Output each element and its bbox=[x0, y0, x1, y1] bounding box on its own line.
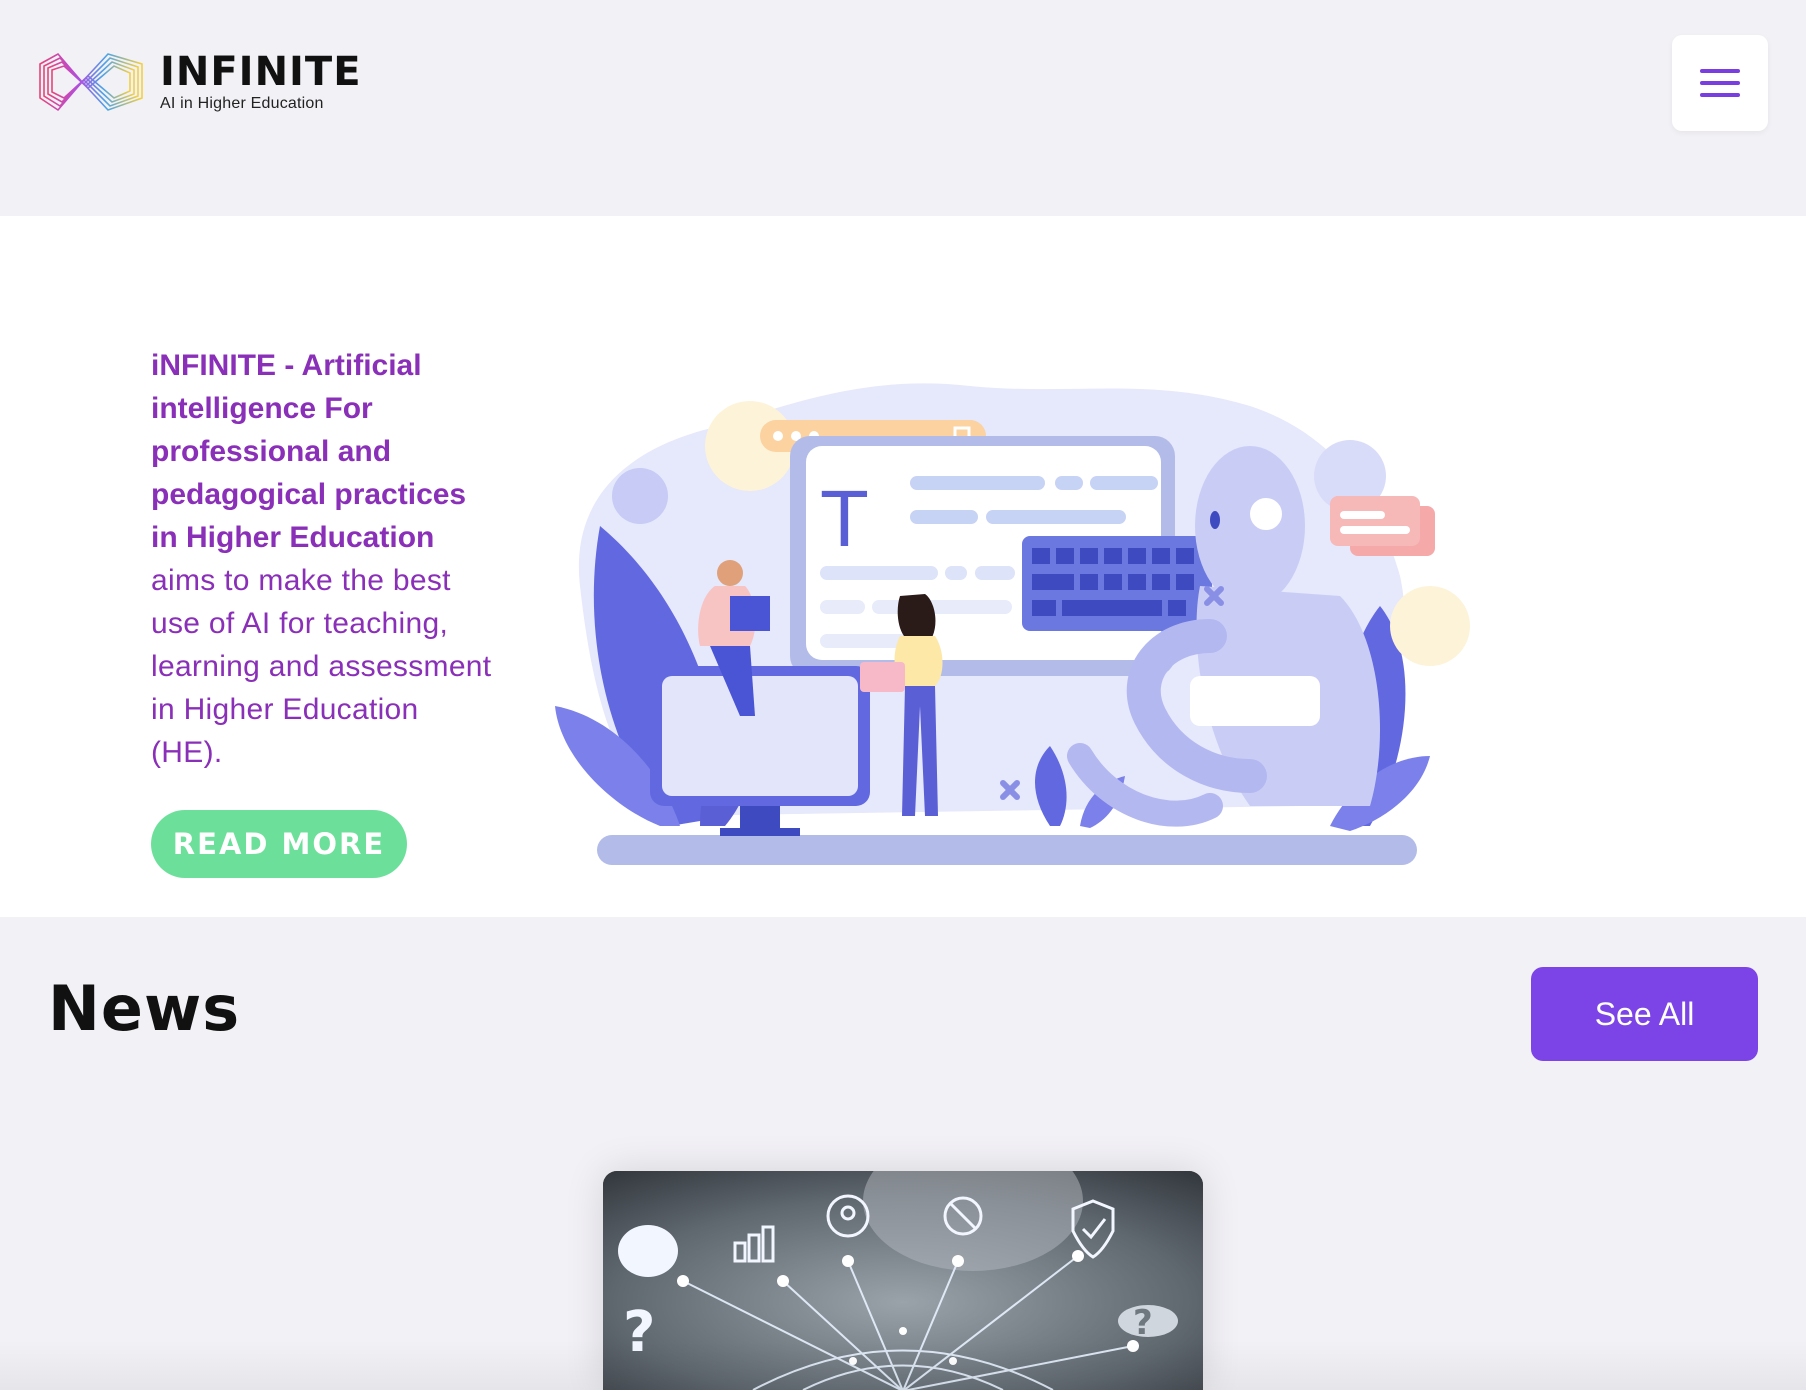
site-header: INFINITE AI in Higher Education bbox=[0, 0, 1806, 216]
hero-headline: iNFINITE - Artificial intelligence For p… bbox=[151, 349, 467, 554]
news-card[interactable]: ? ? bbox=[603, 1171, 1203, 1390]
read-more-button[interactable]: READ MORE bbox=[151, 810, 407, 878]
news-heading: News bbox=[48, 972, 241, 1045]
site-logo[interactable]: INFINITE AI in Higher Education bbox=[36, 50, 362, 114]
hamburger-menu-icon bbox=[1700, 69, 1740, 73]
infinity-logo-icon bbox=[39, 52, 143, 112]
ai-education-illustration: T bbox=[555, 383, 1470, 865]
svg-text:?: ? bbox=[1133, 1303, 1153, 1343]
svg-text:?: ? bbox=[623, 1300, 655, 1365]
ai-network-icons-image: ? ? bbox=[603, 1171, 1203, 1390]
logo-subtitle: AI in Higher Education bbox=[160, 95, 324, 112]
hamburger-menu-button[interactable] bbox=[1672, 35, 1768, 131]
decorative-stripes bbox=[1551, 216, 1685, 831]
see-all-button[interactable]: See All bbox=[1531, 967, 1758, 1061]
chat-bubble-icon bbox=[618, 1225, 678, 1277]
hero-text: iNFINITE - Artificial intelligence For p… bbox=[151, 344, 496, 774]
illustration-letter: T bbox=[820, 474, 869, 563]
logo-title: INFINITE bbox=[160, 49, 362, 95]
hero-section: iNFINITE - Artificial intelligence For p… bbox=[0, 216, 1806, 917]
hero-description: aims to make the best use of AI for teac… bbox=[151, 564, 492, 769]
